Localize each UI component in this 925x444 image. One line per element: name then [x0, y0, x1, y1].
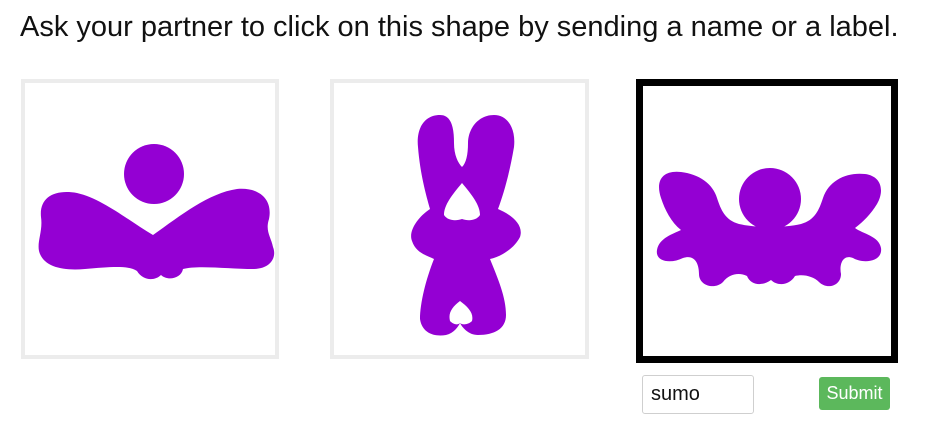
instruction-text: Ask your partner to click on this shape … [20, 11, 899, 43]
shape-card-2[interactable] [330, 79, 589, 359]
crossed-legs-figure-icon [411, 115, 521, 336]
sumo-figure-icon [656, 168, 882, 287]
submit-button[interactable]: Submit [819, 377, 890, 410]
shape-card-1[interactable] [21, 79, 279, 359]
shape-card-3-selected[interactable] [636, 79, 898, 363]
label-input[interactable] [642, 375, 754, 414]
winged-figure-with-head-icon [38, 144, 275, 280]
